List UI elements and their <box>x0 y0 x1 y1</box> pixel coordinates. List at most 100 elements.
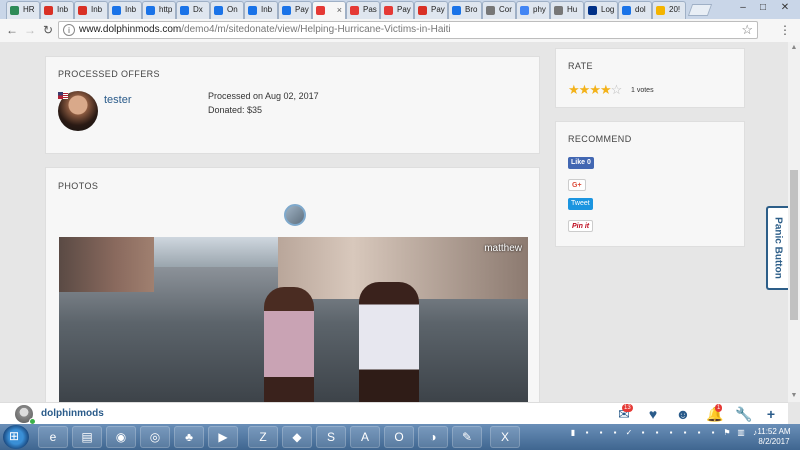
taskbar-clock[interactable]: 11:52 AM 8/2/2017 <box>752 427 796 447</box>
scroll-up-icon[interactable]: ▲ <box>788 42 800 54</box>
tray-flag-icon[interactable]: ⚑ <box>722 428 732 438</box>
page-scrollbar[interactable]: ▲ ▼ <box>788 42 800 402</box>
tray-app-icon[interactable]: ▪ <box>680 428 690 438</box>
offer-username-link[interactable]: tester <box>104 94 132 106</box>
browser-tab[interactable]: Pay <box>414 1 448 19</box>
browser-tab[interactable]: On <box>210 1 244 19</box>
browser-tab-label: On <box>227 5 238 14</box>
star-filled-icon[interactable]: ★ <box>568 82 580 97</box>
browser-tab[interactable]: dol <box>618 1 652 19</box>
url-text[interactable]: www.dolphinmods.com/demo4/m/sitedonate/v… <box>79 24 451 35</box>
chrome-icon[interactable]: ◎ <box>140 426 170 448</box>
browser-tab[interactable]: HR <box>6 1 40 19</box>
processed-offers-card: PROCESSED OFFERS tester Processed on Aug… <box>45 56 540 154</box>
star-filled-icon[interactable]: ★ <box>600 82 612 97</box>
main-photo[interactable]: matthew <box>59 237 528 402</box>
outlook-icon[interactable]: O <box>384 426 414 448</box>
ie-icon[interactable]: e <box>38 426 68 448</box>
tray-app-icon[interactable]: ▪ <box>708 428 718 438</box>
tray-check-icon[interactable]: ✓ <box>624 428 634 438</box>
browser-tab[interactable]: × <box>312 1 346 19</box>
tray-network-icon[interactable]: ▥ <box>736 428 746 438</box>
pause-icon <box>384 6 393 15</box>
minimize-icon[interactable]: – <box>736 1 750 15</box>
tray-app-icon[interactable]: ▪ <box>610 428 620 438</box>
browser-tab[interactable]: Inb <box>244 1 278 19</box>
friends-icon[interactable]: ☻ <box>675 406 691 422</box>
browser-tab[interactable]: 20! <box>652 1 686 19</box>
reload-icon[interactable]: ↻ <box>40 22 56 38</box>
browser-menu-icon[interactable]: ⋮ <box>778 22 792 38</box>
tray-app-icon[interactable]: ▪ <box>652 428 662 438</box>
panic-button[interactable]: Panic Button <box>766 206 788 290</box>
infinity-icon <box>146 6 155 15</box>
recommend-title: RECOMMEND <box>568 134 632 144</box>
pin-it-button[interactable]: Pin it <box>568 220 594 232</box>
spreadsheet-tool-icon[interactable]: ◑ <box>418 426 448 448</box>
site-bottom-bar: dolphinmods ✉ 13 ♥ ☻ 🔔 1 🔧 + <box>0 402 788 425</box>
start-button[interactable]: ⊞ <box>3 425 29 449</box>
browser-tab[interactable]: Pay <box>278 1 312 19</box>
browser-tab[interactable]: Dx <box>176 1 210 19</box>
photo-thumbnail[interactable] <box>284 204 306 226</box>
browser-tab[interactable]: phy <box>516 1 550 19</box>
excel-icon[interactable]: X <box>490 426 520 448</box>
scroll-down-icon[interactable]: ▼ <box>788 390 800 402</box>
address-bar[interactable]: i www.dolphinmods.com/demo4/m/sitedonate… <box>58 21 758 39</box>
browser-tab[interactable]: Cor <box>482 1 516 19</box>
gear-icon <box>452 6 461 15</box>
paint-icon[interactable]: ✎ <box>452 426 482 448</box>
notifications-bell-icon[interactable]: 🔔 1 <box>706 404 723 422</box>
scrollbar-thumb[interactable] <box>790 170 798 320</box>
bookmark-star-icon[interactable]: ☆ <box>741 22 753 38</box>
tray-app-icon[interactable]: ▪ <box>596 428 606 438</box>
donated-amount: Donated: $35 <box>208 105 263 115</box>
tray-app-icon[interactable]: ▪ <box>666 428 676 438</box>
browser-tab[interactable]: http <box>142 1 176 19</box>
tray-shield-icon[interactable]: ▮ <box>568 428 578 438</box>
browser-tab[interactable]: Log <box>584 1 618 19</box>
tweet-button[interactable]: Tweet <box>568 198 593 210</box>
tools-wrench-icon[interactable]: 🔧 <box>735 406 752 422</box>
close-tab-icon[interactable]: × <box>337 2 342 18</box>
processed-date: Processed on Aug 02, 2017 <box>208 91 319 101</box>
mail-icon[interactable]: ✉ 13 <box>616 404 633 422</box>
file-explorer-icon[interactable]: ▤ <box>72 426 102 448</box>
browser-tab[interactable]: Inb <box>74 1 108 19</box>
browser-tab-label: Inb <box>91 5 103 14</box>
star-empty-icon[interactable]: ☆ <box>611 82 623 97</box>
heart-icon[interactable]: ♥ <box>645 406 661 422</box>
info-icon[interactable]: i <box>63 24 75 36</box>
google-plus-button[interactable]: G+ <box>568 179 586 191</box>
frog-app-icon[interactable]: ♣ <box>174 426 204 448</box>
add-plus-icon[interactable]: + <box>763 406 779 422</box>
tray-app-icon[interactable]: ▪ <box>582 428 592 438</box>
media-player-icon[interactable]: ▶ <box>208 426 238 448</box>
close-window-icon[interactable]: ✕ <box>778 1 792 15</box>
clock-date: 8/2/2017 <box>758 437 790 446</box>
back-arrow-icon[interactable]: ← <box>4 22 20 38</box>
tray-app-icon[interactable]: ▪ <box>694 428 704 438</box>
browser-tab[interactable]: Hu <box>550 1 584 19</box>
browser-tab[interactable]: Pay <box>380 1 414 19</box>
eraser-app-icon[interactable]: ◆ <box>282 426 312 448</box>
facebook-like-button[interactable]: Like 0 <box>568 157 594 169</box>
tray-app-icon[interactable]: ▪ <box>638 428 648 438</box>
photos-title: PHOTOS <box>58 181 99 191</box>
rating-stars[interactable]: ★★★★☆ <box>568 82 623 98</box>
infinity-icon <box>112 6 121 15</box>
browser-tab[interactable]: Inb <box>108 1 142 19</box>
forward-arrow-icon[interactable]: → <box>22 22 38 38</box>
browser-tab[interactable]: Inb <box>40 1 74 19</box>
firefox-icon[interactable]: ◉ <box>106 426 136 448</box>
browser-tab[interactable]: Bro <box>448 1 482 19</box>
star-filled-icon[interactable]: ★ <box>579 82 591 97</box>
leaf-icon <box>10 6 19 15</box>
member-username[interactable]: dolphinmods <box>41 408 104 419</box>
filezilla-icon[interactable]: Z <box>248 426 278 448</box>
maximize-icon[interactable]: □ <box>756 1 770 15</box>
text-editor-icon[interactable]: A <box>350 426 380 448</box>
skype-icon[interactable]: S <box>316 426 346 448</box>
star-filled-icon[interactable]: ★ <box>589 82 601 97</box>
browser-tab[interactable]: Pas <box>346 1 380 19</box>
